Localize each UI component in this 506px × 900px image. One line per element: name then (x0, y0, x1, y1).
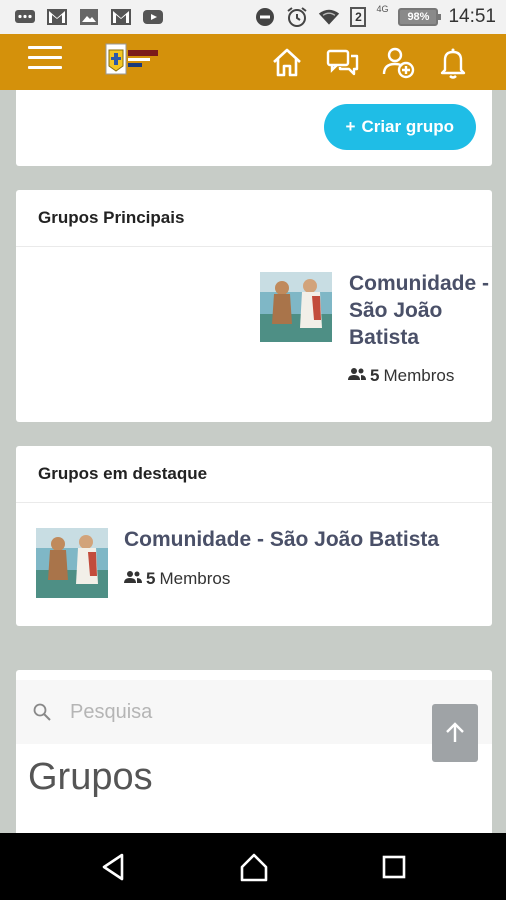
search-input[interactable] (68, 699, 452, 725)
members-icon (348, 366, 366, 386)
search-icon (32, 702, 52, 722)
groups-heading: Grupos (28, 756, 153, 798)
group-thumbnail[interactable] (260, 272, 332, 342)
home-icon[interactable] (270, 46, 304, 80)
system-nav-bar (0, 833, 506, 900)
members-label: Membros (383, 366, 455, 385)
alarm-icon (286, 7, 308, 27)
featured-groups-title: Grupos em destaque (16, 446, 492, 503)
menu-icon[interactable] (28, 46, 62, 72)
network-type: 4G (376, 4, 389, 14)
members-icon (124, 569, 142, 589)
create-group-card: + Criar grupo (16, 90, 492, 166)
back-icon[interactable] (98, 851, 130, 883)
members-count: 5 (146, 569, 156, 588)
status-bar: 2 4G 98% 14:51 (0, 0, 506, 34)
group-thumbnail[interactable] (36, 528, 108, 598)
add-user-icon[interactable] (382, 46, 416, 80)
group-name-link[interactable]: Comunidade - São João Batista (124, 526, 484, 553)
create-group-button[interactable]: + Criar grupo (323, 104, 476, 150)
gmail-icon (46, 8, 68, 26)
image-icon (78, 8, 100, 26)
members-count: 5 (370, 366, 380, 385)
bell-icon[interactable] (436, 46, 470, 80)
home-nav-icon[interactable] (238, 851, 270, 883)
chat-notification-icon (14, 8, 36, 26)
group-name-link[interactable]: Comunidade - São João Batista (349, 270, 489, 351)
battery-icon: 98% (398, 8, 442, 26)
featured-groups-card: Grupos em destaque Comunidade - São João… (16, 446, 492, 626)
chat-icon[interactable] (326, 46, 360, 80)
clock: 14:51 (448, 6, 496, 27)
members-label: Membros (159, 569, 231, 588)
search-bar (16, 680, 492, 744)
plus-icon: + (345, 117, 356, 136)
youtube-icon (142, 8, 164, 26)
main-groups-title: Grupos Principais (16, 190, 492, 247)
groups-search-section: Grupos (16, 670, 492, 840)
create-group-label: Criar grupo (361, 117, 454, 136)
recents-icon[interactable] (378, 851, 410, 883)
main-groups-card: Grupos Principais Comunidade - São João … (16, 190, 492, 422)
group-members: 5 Membros (348, 366, 454, 386)
arrow-up-icon (446, 722, 464, 742)
scroll-to-top-button[interactable] (432, 704, 478, 762)
app-logo[interactable] (104, 40, 160, 80)
gmail-icon-2 (110, 8, 132, 26)
sim-icon: 2 (350, 7, 367, 27)
group-members: 5 Membros (124, 569, 230, 589)
app-header (0, 34, 506, 90)
wifi-icon (318, 8, 340, 26)
do-not-disturb-icon (254, 8, 276, 26)
